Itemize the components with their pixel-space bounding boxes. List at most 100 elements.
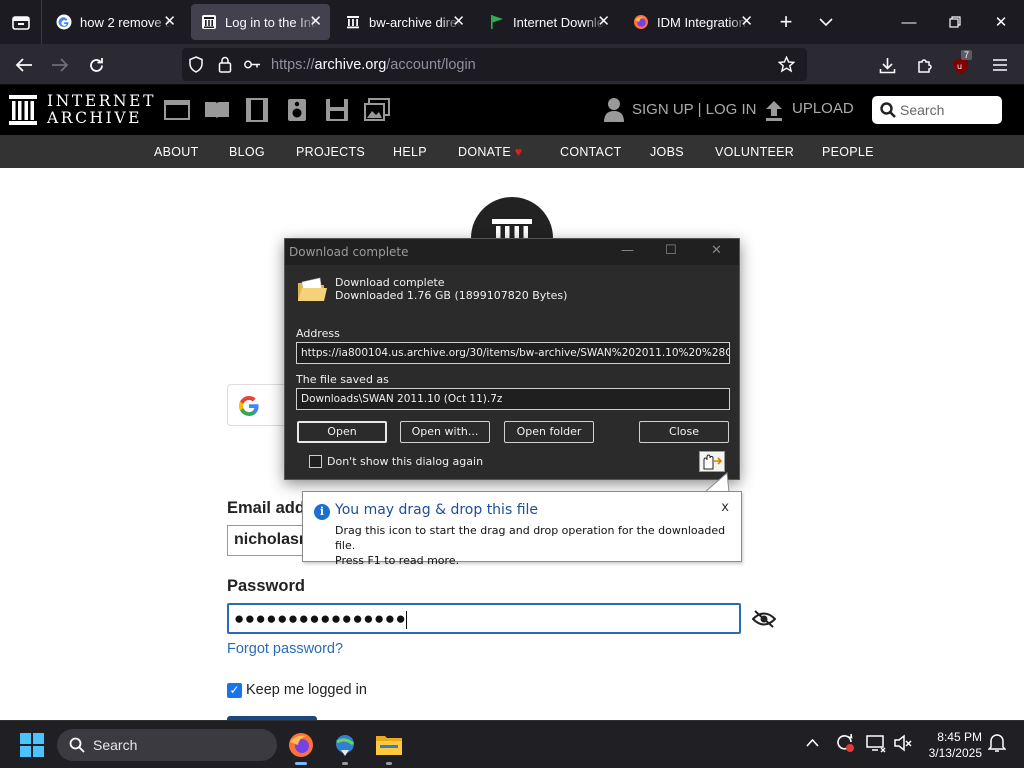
- plus-icon: +: [779, 9, 793, 34]
- tab-internet-archive-login[interactable]: Log in to the Internet Archive ✕: [191, 4, 330, 40]
- dialog-maximize-button[interactable]: ☐: [665, 243, 677, 258]
- upload-link[interactable]: UPLOAD: [792, 100, 854, 117]
- subnav-about[interactable]: ABOUT: [154, 145, 199, 159]
- url-domain: archive.org: [314, 57, 387, 73]
- password-dots: ●●●●●●●●●●●●●●●●: [234, 609, 407, 628]
- dialog-close-button[interactable]: ✕: [711, 243, 722, 258]
- reload-button[interactable]: [81, 50, 111, 80]
- close-icon[interactable]: ✕: [163, 13, 176, 31]
- list-all-tabs-button[interactable]: [803, 0, 849, 44]
- eye-slash-icon[interactable]: [752, 609, 776, 629]
- close-icon[interactable]: ✕: [452, 13, 465, 31]
- subnav-blog[interactable]: BLOG: [229, 145, 265, 159]
- close-icon[interactable]: ✕: [309, 13, 322, 31]
- tab-bw-archive[interactable]: bw-archive directory ✕: [335, 4, 473, 40]
- open-menu-button[interactable]: [985, 50, 1015, 80]
- ia-search-input[interactable]: Search: [872, 96, 1002, 124]
- tab-idm-integration[interactable]: IDM Integration ✕: [623, 4, 761, 40]
- keep-logged-in-checkbox[interactable]: ✓ Keep me logged in: [227, 682, 367, 698]
- dont-show-checkbox[interactable]: Don't show this dialog again: [309, 455, 483, 468]
- signup-login-link[interactable]: SIGN UP | LOG IN: [632, 101, 756, 118]
- subnav-donate[interactable]: DONATE ♥: [458, 145, 522, 159]
- firefox-icon: [633, 14, 649, 30]
- video-film-icon[interactable]: [244, 98, 270, 122]
- clock-time: 8:45 PM: [937, 730, 982, 744]
- texts-book-icon[interactable]: [204, 98, 230, 122]
- tab-google-search[interactable]: how 2 remove a ✕: [46, 4, 184, 40]
- ublock-extension-button[interactable]: u 7: [946, 50, 976, 80]
- tray-network-button[interactable]: [866, 733, 886, 756]
- tab-title: Log in to the Internet Archive: [225, 14, 317, 30]
- drag-drop-handle[interactable]: [699, 451, 725, 472]
- bookmark-star-icon[interactable]: [778, 56, 795, 73]
- subnav-projects[interactable]: PROJECTS: [296, 145, 365, 159]
- password-field[interactable]: ●●●●●●●●●●●●●●●●: [227, 603, 741, 634]
- subnav-volunteer[interactable]: VOLUNTEER: [715, 145, 794, 159]
- extensions-button[interactable]: [909, 50, 939, 80]
- url-bar[interactable]: https://archive.org/account/login: [182, 48, 807, 81]
- wordmark-line1: INTERNET: [47, 92, 157, 110]
- chevron-down-icon: [819, 17, 833, 26]
- images-icon[interactable]: [364, 98, 390, 122]
- blocked-count-badge: 7: [961, 50, 973, 60]
- forward-button[interactable]: [45, 50, 75, 80]
- address-label: Address: [296, 327, 340, 340]
- url-text[interactable]: https://archive.org/account/login: [271, 57, 476, 73]
- software-floppy-icon[interactable]: [324, 98, 350, 122]
- forgot-password-link[interactable]: Forgot password?: [227, 641, 343, 657]
- web-archive-icon[interactable]: [164, 98, 190, 122]
- close-window-button[interactable]: ✕: [978, 0, 1024, 44]
- download-complete-dialog: Download complete — ☐ ✕ Download complet…: [284, 238, 740, 480]
- open-button[interactable]: Open: [297, 421, 387, 443]
- start-button[interactable]: [20, 733, 44, 762]
- audio-speaker-icon[interactable]: [284, 98, 310, 122]
- puzzle-piece-icon: [917, 58, 932, 73]
- hamburger-menu-icon: [993, 59, 1007, 71]
- tab-internet-download-manager[interactable]: Internet Download Manager ✕: [479, 4, 618, 40]
- close-icon[interactable]: ✕: [740, 13, 753, 31]
- volume-muted-icon: [894, 734, 912, 752]
- tracking-shield-icon[interactable]: [188, 56, 204, 73]
- bell-icon: [987, 734, 1007, 752]
- firefox-view-button[interactable]: [0, 0, 42, 44]
- show-hidden-icons-button[interactable]: [806, 734, 819, 750]
- subnav-contact[interactable]: CONTACT: [560, 145, 622, 159]
- dialog-titlebar[interactable]: Download complete — ☐ ✕: [285, 239, 739, 265]
- open-with-button[interactable]: Open with...: [400, 421, 490, 443]
- open-folder-button[interactable]: Open folder: [504, 421, 594, 443]
- taskbar-file-explorer[interactable]: [369, 727, 409, 765]
- back-button[interactable]: [9, 50, 39, 80]
- downloads-button[interactable]: [872, 50, 902, 80]
- taskbar-clock[interactable]: 8:45 PM 3/13/2025: [920, 729, 982, 761]
- internet-archive-logo-icon[interactable]: [8, 94, 38, 126]
- drag-hand-icon: [703, 454, 723, 470]
- subnav-people[interactable]: PEOPLE: [822, 145, 874, 159]
- subnav-jobs[interactable]: JOBS: [650, 145, 684, 159]
- notifications-button[interactable]: [987, 733, 1007, 756]
- dialog-minimize-button[interactable]: —: [621, 243, 634, 258]
- tray-volume-button[interactable]: [893, 733, 913, 756]
- firefox-icon: [289, 733, 313, 757]
- search-icon: [880, 102, 896, 118]
- restore-button[interactable]: [932, 0, 978, 44]
- tooltip-line2: Press F1 to read more.: [335, 554, 460, 567]
- close-button[interactable]: Close: [639, 421, 729, 443]
- taskbar-firefox[interactable]: [281, 727, 321, 765]
- user-avatar-icon[interactable]: [603, 97, 625, 122]
- key-permissions-icon[interactable]: [244, 59, 261, 70]
- saved-path-field[interactable]: Downloads\SWAN 2011.10 (Oct 11).7z: [296, 388, 730, 410]
- address-field[interactable]: https://ia800104.us.archive.org/30/items…: [296, 342, 730, 364]
- upload-icon[interactable]: [764, 99, 784, 121]
- browser-navigation-bar: https://archive.org/account/login u 7: [0, 44, 1024, 85]
- close-icon[interactable]: ✕: [597, 13, 610, 31]
- internet-archive-icon: [201, 14, 217, 30]
- taskbar-search-box[interactable]: Search: [57, 729, 277, 761]
- tab-title: Internet Download Manager: [513, 14, 605, 30]
- lock-icon[interactable]: [218, 56, 232, 73]
- tooltip-close-button[interactable]: x: [721, 500, 729, 515]
- ia-wordmark[interactable]: INTERNET ARCHIVE: [47, 93, 156, 127]
- subnav-help[interactable]: HELP: [393, 145, 427, 159]
- tray-sync-icon-button[interactable]: [835, 733, 855, 756]
- minimize-button[interactable]: —: [886, 0, 932, 44]
- taskbar-idm[interactable]: [325, 727, 365, 765]
